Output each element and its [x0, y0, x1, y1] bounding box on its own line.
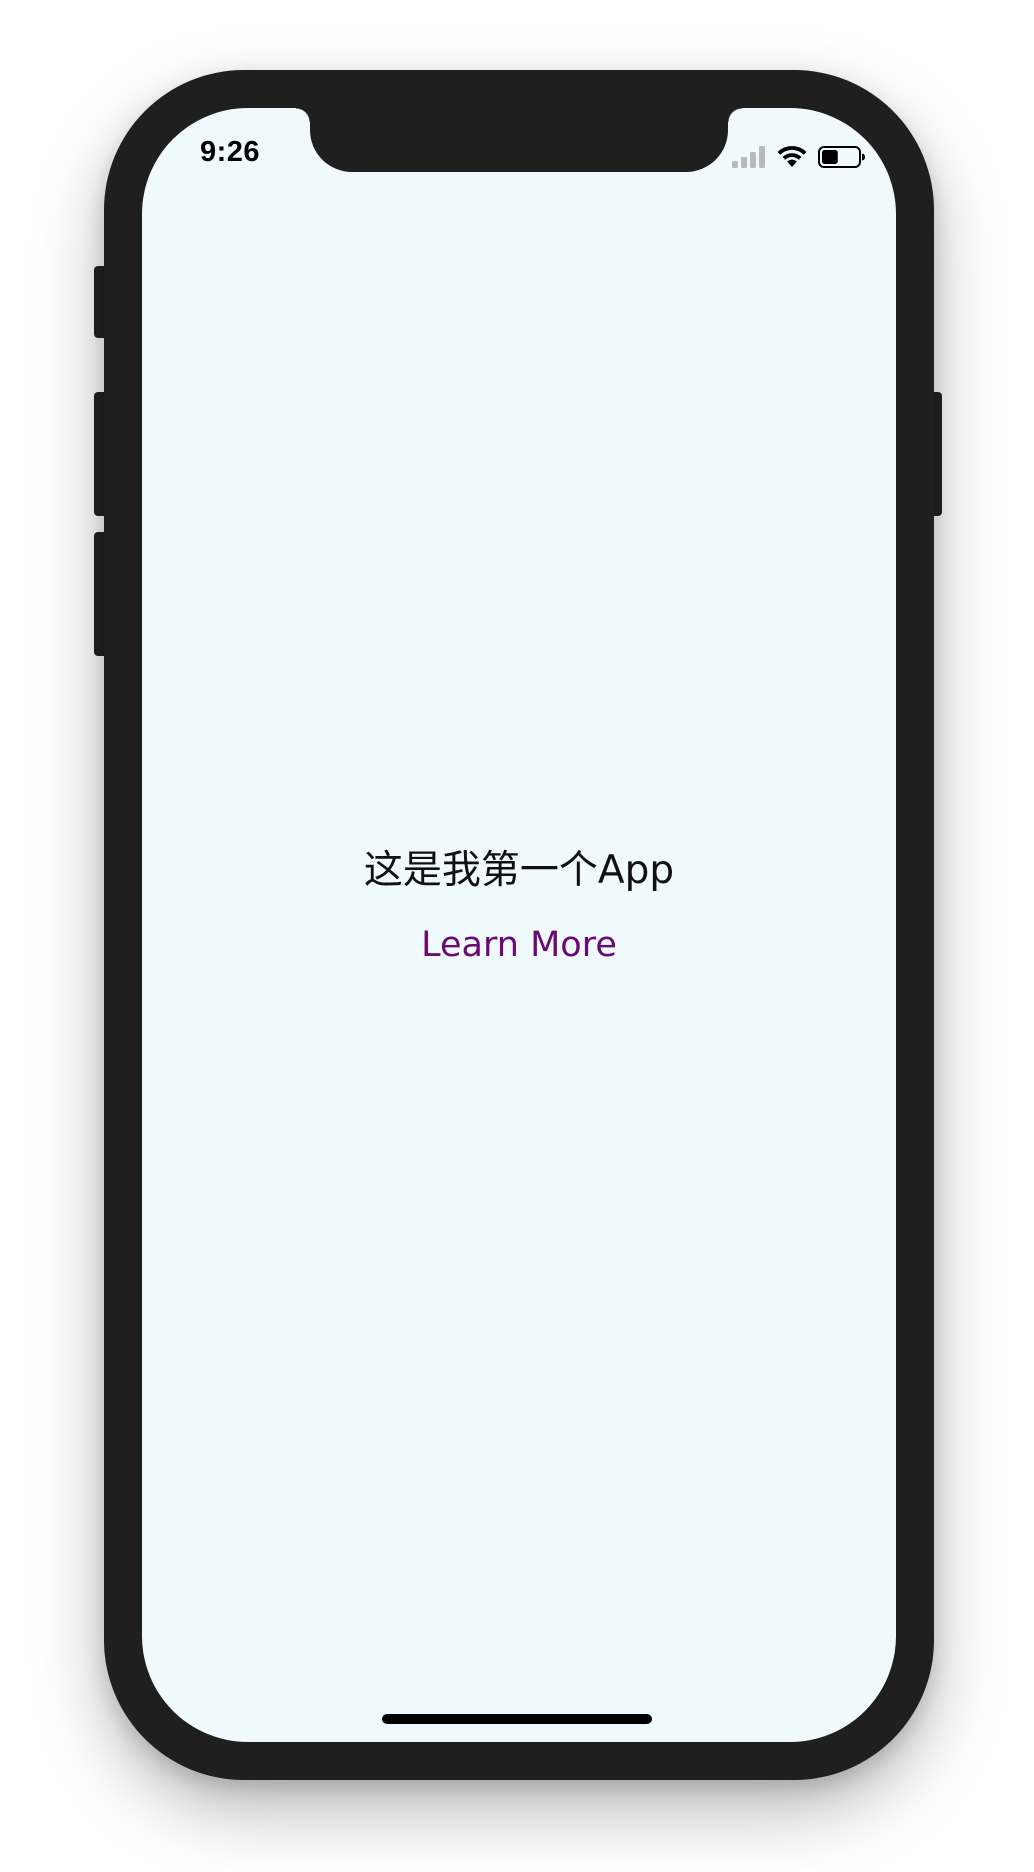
- notch: [296, 108, 742, 172]
- phone-frame: 9:26 这是我第一个App Learn More: [104, 70, 934, 1780]
- home-indicator[interactable]: [382, 1714, 652, 1724]
- cellular-signal-icon: [732, 146, 765, 168]
- status-time: 9:26: [200, 136, 261, 168]
- status-icons: [732, 142, 866, 172]
- simulator-stage: 9:26 这是我第一个App Learn More: [0, 0, 1034, 1872]
- phone-screen: 9:26 这是我第一个App Learn More: [142, 108, 896, 1742]
- battery-icon: [818, 146, 865, 168]
- learn-more-link[interactable]: Learn More: [421, 925, 617, 965]
- main-title: 这是我第一个App: [363, 848, 675, 893]
- wifi-icon: [777, 145, 807, 167]
- main-content: 这是我第一个App Learn More: [142, 848, 896, 965]
